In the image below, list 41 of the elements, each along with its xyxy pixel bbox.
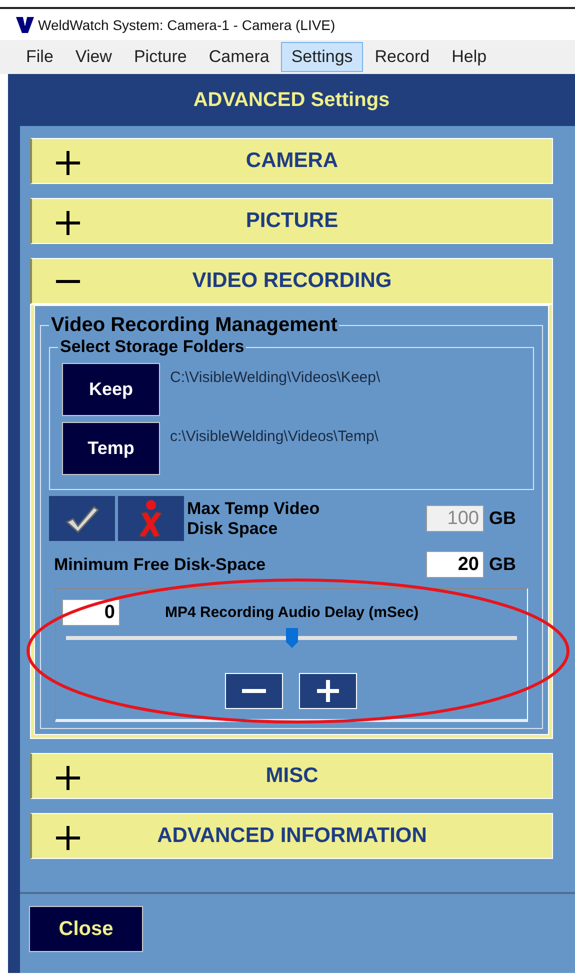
window-title: WeldWatch System: Camera-1 - Camera (LIVE) <box>38 16 336 32</box>
plus-icon <box>56 211 80 235</box>
section-header[interactable]: CAMERA <box>30 138 553 184</box>
check-icon <box>65 504 99 534</box>
unit-label: GB <box>489 554 516 575</box>
delay-label: MP4 Recording Audio Delay (mSec) <box>165 604 419 621</box>
folder-path: C:\VisibleWelding\Videos\Keep\ <box>170 369 380 388</box>
minus-icon <box>56 280 80 283</box>
menu-item[interactable]: View <box>65 42 122 72</box>
menu-item[interactable]: Camera <box>198 42 280 72</box>
folder-button[interactable]: Temp <box>62 422 160 475</box>
section-header[interactable]: MISC <box>30 753 553 799</box>
group-title: Select Storage Folders <box>59 337 246 357</box>
slider-thumb[interactable] <box>286 628 298 648</box>
plus-icon <box>56 826 80 850</box>
menu-item[interactable]: Record <box>364 42 440 72</box>
folder-button[interactable]: Keep <box>62 363 160 416</box>
min-free-field[interactable]: 20 <box>426 551 484 578</box>
folder-path: c:\VisibleWelding\Videos\Temp\ <box>170 428 378 447</box>
menu-item[interactable]: Picture <box>124 42 197 72</box>
max-temp-label: Max Temp Video Disk Space <box>187 498 321 538</box>
panel-header: ADVANCED Settings <box>192 88 391 112</box>
close-button[interactable]: Close <box>29 906 143 952</box>
figure-x-icon <box>138 500 164 538</box>
plus-icon <box>56 766 80 790</box>
min-free-label: Minimum Free Disk-Space <box>54 554 266 574</box>
menu-item[interactable]: Help <box>442 42 497 72</box>
unit-label: GB <box>489 508 516 529</box>
plus-icon <box>316 680 338 702</box>
decrease-button[interactable] <box>224 673 282 709</box>
group-title: Video Recording Management <box>50 314 338 337</box>
minus-icon <box>242 689 266 693</box>
plus-icon <box>56 151 80 175</box>
menu-item[interactable]: File <box>16 42 64 72</box>
section-header[interactable]: PICTURE <box>30 198 553 244</box>
section-header[interactable]: ADVANCED INFORMATION <box>30 813 553 859</box>
menu-item[interactable]: Settings <box>281 42 363 72</box>
accept-button[interactable] <box>49 496 115 541</box>
increase-button[interactable] <box>298 673 356 709</box>
app-logo-icon <box>16 16 34 32</box>
section-header[interactable]: VIDEO RECORDING <box>30 258 553 304</box>
